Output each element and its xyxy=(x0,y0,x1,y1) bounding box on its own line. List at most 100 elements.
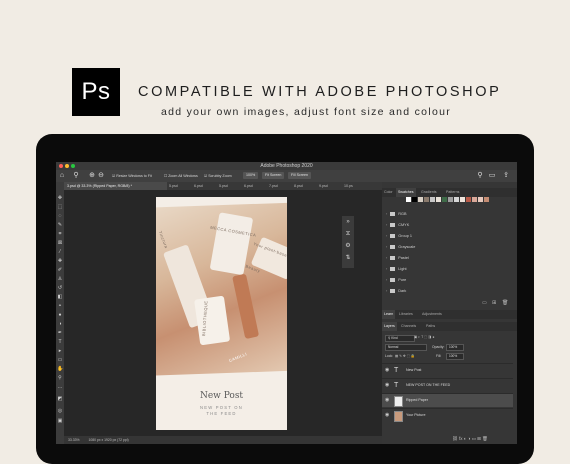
history-brush-icon[interactable]: ↺ xyxy=(57,285,63,291)
swatch-group[interactable]: › Group 1 xyxy=(386,233,412,240)
fill-input[interactable]: 100% xyxy=(446,353,464,360)
tab-learn[interactable]: Learn xyxy=(382,310,396,319)
tab-document[interactable]: 5.psd xyxy=(166,182,178,190)
workspace-icon[interactable]: ▭ xyxy=(488,172,496,180)
swatch-chip[interactable] xyxy=(478,197,483,202)
opacity-input[interactable]: 100% xyxy=(446,344,464,351)
eraser-tool-icon[interactable]: ◧ xyxy=(57,294,63,300)
tab-document[interactable]: 6.psd xyxy=(241,182,253,190)
zoom-tool-side-icon[interactable]: ⚲ xyxy=(57,375,63,381)
lock-icons[interactable]: ▦ ✎ ✥ ⬚ 🔒 xyxy=(395,353,415,359)
history-icon[interactable]: ⧖ xyxy=(344,230,352,238)
rectangle-tool-icon[interactable]: ▭ xyxy=(57,357,63,363)
tab-document[interactable]: 5.psd xyxy=(216,182,228,190)
adjust-icon[interactable]: ⇅ xyxy=(344,254,352,262)
layer-row[interactable]: ◉ T NEW POST ON THE FEED xyxy=(382,378,513,392)
paint-bucket-icon[interactable]: ◓ xyxy=(57,303,63,309)
new-group-icon[interactable]: ▭ xyxy=(482,300,487,306)
swatch-group[interactable]: › Pastel xyxy=(386,255,409,262)
frame-tool-icon[interactable]: ⊠ xyxy=(57,240,63,246)
visibility-eye-icon[interactable]: ◉ xyxy=(385,379,391,392)
scrubby-zoom-checkbox[interactable]: ☑ Scrubby Zoom xyxy=(204,172,232,180)
dodge-tool-icon[interactable]: ◑ xyxy=(57,321,63,327)
layer-filter-select[interactable]: ⚲ Kind xyxy=(385,335,415,342)
swatch-chip[interactable] xyxy=(436,197,441,202)
swatch-chip[interactable] xyxy=(430,197,435,202)
visibility-eye-icon[interactable]: ◉ xyxy=(385,364,391,377)
tab-layers[interactable]: Layers xyxy=(382,322,397,331)
layer-row[interactable]: ◉ Your Picture xyxy=(382,408,513,422)
eyedropper-tool-icon[interactable]: ⁄ xyxy=(57,249,63,255)
resize-windows-checkbox[interactable]: ☑ Resize Windows to Fit xyxy=(112,172,152,180)
tab-document-active[interactable]: 3.psd @ 33.3% (Ripped Paper, RGB/8) * xyxy=(64,182,167,190)
swatch-chip[interactable] xyxy=(454,197,459,202)
blend-mode-select[interactable]: Normal xyxy=(385,344,427,351)
filter-icons[interactable]: ▣ ◐ T ⬚ ◨ ● xyxy=(414,334,434,340)
type-tool-icon[interactable]: T xyxy=(57,339,63,345)
visibility-eye-icon[interactable]: ◉ xyxy=(385,394,391,407)
hand-tool-icon[interactable]: ✋ xyxy=(57,366,63,372)
zoom-out-icon[interactable]: ⊖ xyxy=(97,172,105,180)
pen-tool-icon[interactable]: ✒ xyxy=(57,330,63,336)
tab-document[interactable]: 8.psd xyxy=(291,182,303,190)
home-icon[interactable]: ⌂ xyxy=(58,172,66,180)
swatch-chip[interactable] xyxy=(418,197,423,202)
document-canvas[interactable]: Beauty Your plant-based BIBLIOTHEQUE CAM… xyxy=(156,197,287,430)
swatch-chip[interactable] xyxy=(484,197,489,202)
canvas-area[interactable]: Beauty Your plant-based BIBLIOTHEQUE CAM… xyxy=(64,190,382,436)
lasso-tool-icon[interactable]: ◌ xyxy=(57,213,63,219)
zoom-100-button[interactable]: 100% xyxy=(243,172,259,179)
swatch-chip[interactable] xyxy=(412,197,417,202)
swatch-chip[interactable] xyxy=(406,197,411,202)
tab-document[interactable]: 9.psd xyxy=(316,182,328,190)
swatch-chip[interactable] xyxy=(472,197,477,202)
quick-select-tool-icon[interactable]: ✎ xyxy=(57,222,63,228)
color-swatches-icon[interactable]: ◩ xyxy=(57,396,63,402)
screen-mode-icon[interactable]: ▣ xyxy=(57,418,63,424)
path-select-icon[interactable]: ▸ xyxy=(57,348,63,354)
swatch-group[interactable]: › CMYK xyxy=(386,222,409,229)
more-tools-icon[interactable]: … xyxy=(57,384,63,390)
visibility-eye-icon[interactable]: ◉ xyxy=(385,409,391,422)
tab-channels[interactable]: Channels xyxy=(399,322,418,331)
tab-libraries[interactable]: Libraries xyxy=(397,310,415,319)
fill-screen-button[interactable]: Fill Screen xyxy=(288,172,311,179)
swatch-chip[interactable] xyxy=(424,197,429,202)
swatch-group[interactable]: › Pure xyxy=(386,277,406,284)
tab-document[interactable]: 7.psd xyxy=(266,182,278,190)
swatch-chip[interactable] xyxy=(466,197,471,202)
marquee-tool-icon[interactable]: ⬚ xyxy=(57,204,63,210)
delete-swatch-icon[interactable]: 🗑 xyxy=(502,300,508,306)
zoom-in-icon[interactable]: ⊕ xyxy=(88,172,96,180)
collapse-icon[interactable]: » xyxy=(344,218,352,226)
quick-mask-icon[interactable]: ◎ xyxy=(57,408,63,414)
fit-screen-button[interactable]: Fit Screen xyxy=(262,172,285,179)
move-tool-icon[interactable]: ✥ xyxy=(57,195,63,201)
tab-paths[interactable]: Paths xyxy=(424,322,437,331)
zoom-tool-icon[interactable]: ⚲ xyxy=(72,172,80,180)
share-icon[interactable]: ⇪ xyxy=(502,172,510,180)
clone-stamp-icon[interactable]: ♙ xyxy=(57,276,63,282)
brush-tool-icon[interactable]: ✐ xyxy=(57,267,63,273)
swatch-chip[interactable] xyxy=(460,197,465,202)
new-swatch-icon[interactable]: ⊞ xyxy=(492,300,496,306)
swatch-group[interactable]: › Grayscale xyxy=(386,244,415,251)
blur-tool-icon[interactable]: ● xyxy=(57,312,63,318)
swatch-chip[interactable] xyxy=(442,197,447,202)
tab-document[interactable]: 6.psd xyxy=(191,182,203,190)
properties-icon[interactable]: ⚙ xyxy=(344,242,352,250)
healing-brush-icon[interactable]: ✚ xyxy=(57,258,63,264)
layer-row[interactable]: ◉ T New Post xyxy=(382,363,513,377)
post-subtitle-line2: THE FEED xyxy=(206,411,237,416)
tab-document[interactable]: 10.ps xyxy=(341,182,353,190)
crop-tool-icon[interactable]: ⌗ xyxy=(57,231,63,237)
swatch-chip[interactable] xyxy=(448,197,453,202)
layer-row-selected[interactable]: ◉ Ripped Paper xyxy=(382,393,513,407)
swatch-group[interactable]: › RGB xyxy=(386,211,407,218)
search-icon[interactable]: ⚲ xyxy=(476,172,484,180)
swatch-group[interactable]: › Light xyxy=(386,266,407,273)
swatch-group[interactable]: › Dark xyxy=(386,288,406,295)
layer-actions-icons[interactable]: ⛓ fx ◐ ◑ ▭ ⊞ 🗑 xyxy=(452,436,488,442)
zoom-all-windows-checkbox[interactable]: ☐ Zoom All Windows xyxy=(164,172,198,180)
tab-adjustments[interactable]: Adjustments xyxy=(420,310,444,319)
